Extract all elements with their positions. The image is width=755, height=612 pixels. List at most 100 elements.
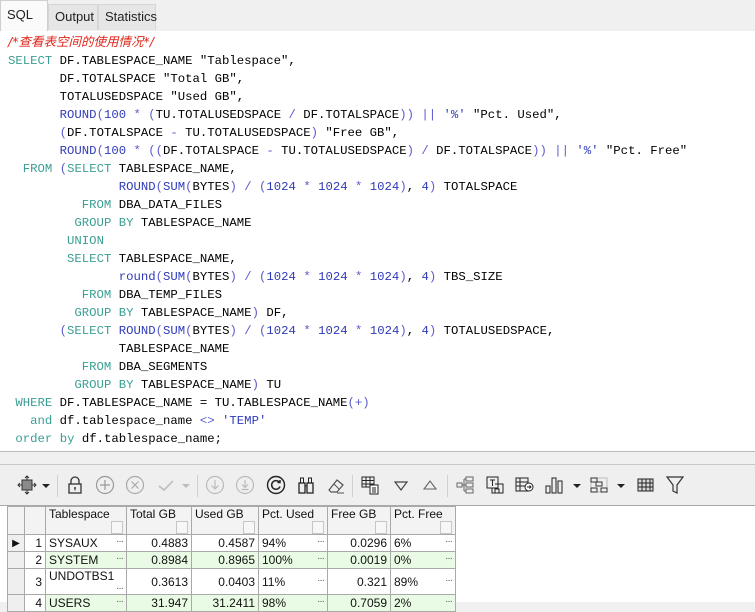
sort-ascending-icon[interactable] <box>419 474 441 496</box>
cell-editor-button[interactable]: ··· <box>317 575 325 586</box>
cell-pct-used[interactable]: 100% ··· <box>258 551 328 569</box>
cell-pct-used[interactable]: 94% ··· <box>258 534 328 552</box>
col-header-used-gb[interactable]: Used GB <box>191 506 259 535</box>
row-number[interactable]: 4 <box>24 594 46 612</box>
cell-value: 89% <box>394 574 419 589</box>
column-filter-button[interactable] <box>176 521 188 534</box>
row-indicator[interactable] <box>7 568 25 595</box>
cell-free-gb[interactable]: 0.0296 <box>327 534 391 552</box>
cell-used-gb[interactable]: 0.8965 <box>191 551 259 569</box>
cell-tablespace[interactable]: SYSAUX ··· <box>45 534 127 552</box>
post-edit-icon[interactable] <box>155 474 177 496</box>
cell-value: 2 <box>35 553 42 567</box>
cell-editor-button[interactable]: ··· <box>445 536 453 547</box>
cell-total-gb[interactable]: 31.947 <box>126 594 192 612</box>
clear-icon[interactable] <box>325 474 347 496</box>
cell-free-gb[interactable]: 0.0019 <box>327 551 391 569</box>
refresh-icon[interactable] <box>265 474 287 496</box>
table-row[interactable]: ▶ 1 SYSAUX ··· 0.4883 0.4587 94% ··· 0.0296 6% ··· <box>7 534 456 552</box>
cell-pct-used[interactable]: 11% ··· <box>258 568 328 595</box>
column-filter-button[interactable] <box>440 521 452 534</box>
cell-editor-button[interactable]: ··· <box>445 575 453 586</box>
move-last-icon[interactable] <box>234 474 256 496</box>
cell-editor-button[interactable]: ··· <box>116 536 124 547</box>
tab-output[interactable]: Output <box>48 4 98 30</box>
filter-icon[interactable] <box>664 474 686 496</box>
cell-used-gb[interactable]: 0.0403 <box>191 568 259 595</box>
tab-statistics[interactable]: Statistics <box>98 4 157 30</box>
cell-editor-button[interactable]: ··· <box>116 553 124 564</box>
cell-pct-used[interactable]: 98% ··· <box>258 594 328 612</box>
row-number[interactable]: 3 <box>24 568 46 595</box>
cell-pct-free[interactable]: 0% ··· <box>390 551 456 569</box>
grid-options-icon[interactable] <box>359 474 381 496</box>
table-row[interactable]: 2 SYSTEM ··· 0.8984 0.8965 100% ··· 0.0019 0% ··· <box>7 551 456 569</box>
chart-icon[interactable] <box>543 474 565 496</box>
move-down-icon[interactable] <box>204 474 226 496</box>
chart-dropdown[interactable] <box>573 484 581 488</box>
col-header-total-gb[interactable]: Total GB <box>126 506 192 535</box>
sort-descending-icon[interactable] <box>390 474 412 496</box>
cell-used-gb[interactable]: 31.2411 <box>191 594 259 612</box>
cell-free-gb[interactable]: 0.7059 <box>327 594 391 612</box>
tree-view-icon[interactable] <box>454 474 476 496</box>
column-filter-button[interactable] <box>312 521 324 534</box>
cell-editor-button[interactable]: ··· <box>317 553 325 564</box>
code-line: GROUP BY TABLESPACE_NAME <box>74 216 252 230</box>
cell-editor-button[interactable]: ··· <box>116 583 124 594</box>
col-header-tablespace[interactable]: Tablespace <box>45 506 127 535</box>
find-icon[interactable] <box>295 474 317 496</box>
table-row[interactable]: 4 USERS ··· 31.947 31.2411 98% ··· 0.7059 2% ··· <box>7 594 456 612</box>
row-number[interactable]: 2 <box>24 551 46 569</box>
cell-pct-free[interactable]: 6% ··· <box>390 534 456 552</box>
post-edit-dropdown[interactable] <box>182 484 190 488</box>
export-data-icon[interactable] <box>513 474 535 496</box>
row-indicator[interactable] <box>7 594 25 612</box>
cell-value: 11% <box>262 574 286 589</box>
header-row: Tablespace Total GB Used GB Pct. Used Fr… <box>7 506 456 535</box>
select-mode-icon[interactable] <box>16 474 38 496</box>
cell-value: SYSTEM <box>49 553 99 567</box>
cell-value: UNDOTBS1 <box>49 569 115 583</box>
row-indicator[interactable] <box>7 551 25 569</box>
code-line: DF.TOTALSPACE "Total GB", <box>8 72 245 86</box>
delete-record-icon[interactable] <box>124 474 146 496</box>
cell-total-gb[interactable]: 0.3613 <box>126 568 192 595</box>
col-label: Free GB <box>331 507 377 521</box>
col-header-pct-used[interactable]: Pct. Used <box>258 506 328 535</box>
select-mode-dropdown[interactable] <box>42 484 50 488</box>
table-row[interactable]: 3 UNDOTBS1 ··· 0.3613 0.0403 11% ··· 0.321 89% ··… <box>7 568 456 595</box>
sql-editor[interactable]: /*查看表空间的使用情况*/ SELECT DF.TABLESPACE_NAME… <box>0 31 755 452</box>
code-line: (DF.TOTALSPACE - TU.TOTALUSEDSPACE) "Fre… <box>59 126 400 140</box>
row-number[interactable]: 1 <box>24 534 46 552</box>
layout-icon[interactable] <box>588 474 610 496</box>
column-filter-button[interactable] <box>243 521 255 534</box>
cell-pct-free[interactable]: 89% ··· <box>390 568 456 595</box>
cell-tablespace[interactable]: USERS ··· <box>45 594 127 612</box>
cell-total-gb[interactable]: 0.8984 <box>126 551 192 569</box>
cell-value: 6% <box>394 536 412 550</box>
cell-editor-button[interactable]: ··· <box>445 553 453 564</box>
cell-pct-free[interactable]: 2% ··· <box>390 594 456 612</box>
cell-tablespace[interactable]: UNDOTBS1 ··· <box>45 568 127 595</box>
cell-free-gb[interactable]: 0.321 <box>327 568 391 595</box>
cell-value: 0.321 <box>356 574 387 589</box>
cell-tablespace[interactable]: SYSTEM ··· <box>45 551 127 569</box>
lock-icon[interactable] <box>64 474 86 496</box>
add-record-icon[interactable] <box>94 474 116 496</box>
column-filter-button[interactable] <box>375 521 387 534</box>
splitter[interactable] <box>0 452 755 465</box>
table-view-icon[interactable] <box>634 474 656 496</box>
row-indicator[interactable]: ▶ <box>7 534 25 552</box>
layout-dropdown[interactable] <box>617 484 625 488</box>
code-line: TABLESPACE_NAME <box>8 342 230 356</box>
cell-value: 0.4587 <box>218 536 255 550</box>
column-filter-button[interactable] <box>111 521 123 534</box>
cell-total-gb[interactable]: 0.4883 <box>126 534 192 552</box>
tab-sql[interactable]: SQL <box>0 0 48 31</box>
export-text-icon[interactable] <box>484 474 506 496</box>
col-header-free-gb[interactable]: Free GB <box>327 506 391 535</box>
cell-used-gb[interactable]: 0.4587 <box>191 534 259 552</box>
col-header-pct-free[interactable]: Pct. Free <box>390 506 456 535</box>
cell-editor-button[interactable]: ··· <box>317 536 325 547</box>
